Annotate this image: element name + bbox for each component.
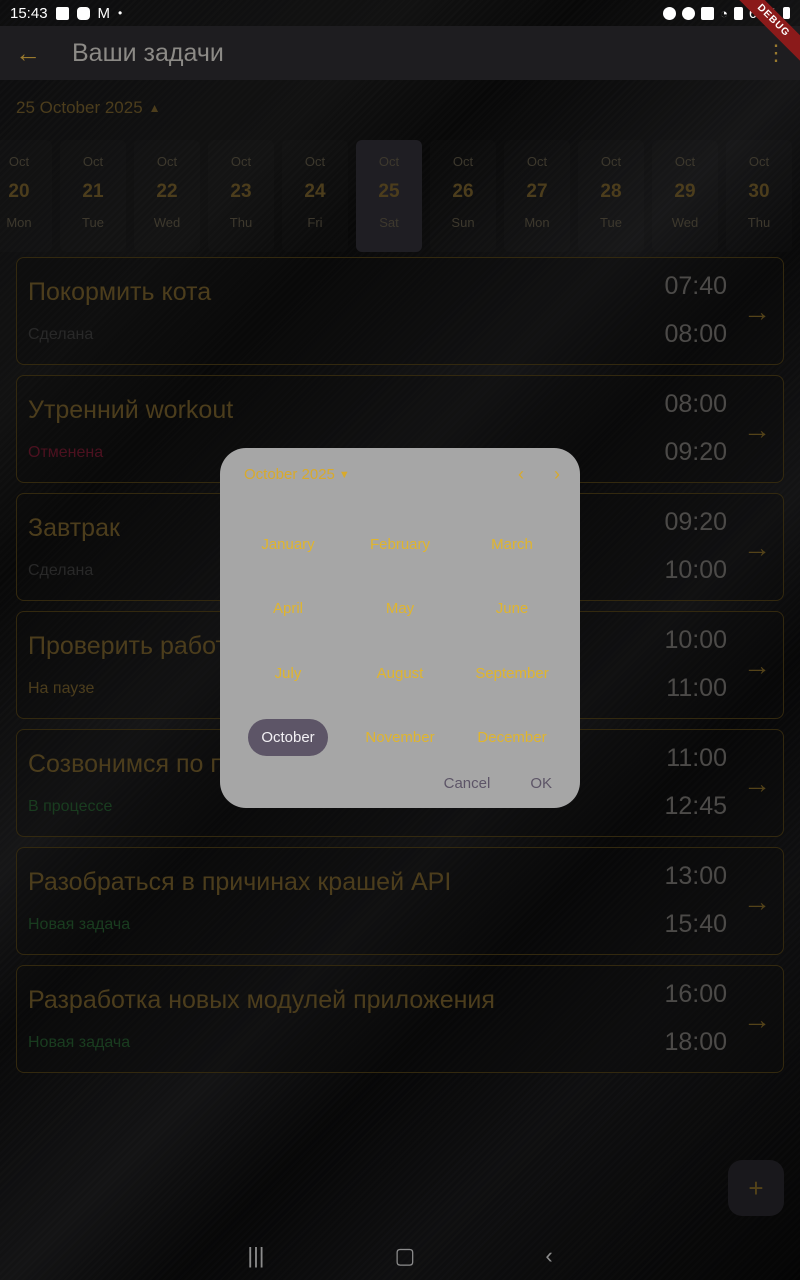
month-option[interactable]: December [456,706,568,771]
month-option[interactable]: August [344,641,456,706]
cancel-button[interactable]: Cancel [444,775,491,792]
lock-icon [663,6,677,20]
youtube-icon [76,6,90,20]
gallery-icon [55,6,69,20]
month-label: March [491,535,533,553]
month-grid: January February March April May June July Augu… [232,512,568,770]
month-label: December [477,729,547,747]
back-arrow-icon[interactable]: ← [0,38,56,69]
month-option[interactable]: September [456,641,568,706]
month-option[interactable]: June [456,577,568,642]
month-label: February [369,535,431,553]
month-option[interactable]: February [344,512,456,577]
gmail-icon: M [97,4,111,22]
month-label: January [261,535,315,553]
month-option[interactable]: October [232,706,344,771]
chevron-left-icon[interactable]: ‹ [518,464,524,485]
month-label: May [385,600,415,618]
month-option[interactable]: March [456,512,568,577]
month-option[interactable]: July [232,641,344,706]
month-label: October [248,719,328,757]
month-option[interactable]: January [232,512,344,577]
wifi-icon: ◔ [720,5,728,21]
month-label: June [495,600,529,618]
dropdown-icon: ▼ [338,468,350,481]
page-title: Ваши задачи [72,38,224,67]
month-label: November [365,729,435,747]
app-bar: ← Ваши задачи ⋮ [0,26,800,80]
month-year-label: October 2025 [244,466,335,483]
battery-icon [783,7,790,19]
dot-icon: • [118,6,123,20]
ok-button[interactable]: OK [530,775,552,792]
month-option[interactable]: May [344,577,456,642]
clock: 15:43 [10,4,48,22]
month-option[interactable]: November [344,706,456,771]
month-year-selector[interactable]: October 2025 ▼ [244,466,350,483]
month-label: April [272,600,303,618]
alarm-icon [682,6,696,20]
chevron-right-icon[interactable]: › [554,464,560,485]
status-bar: 15:43 M • ◔ 62% [0,0,800,26]
month-label: August [376,664,424,682]
mute-icon [701,6,715,20]
month-label: September [475,664,549,682]
month-picker-dialog: October 2025 ▼ ‹ › January February March A… [220,448,580,808]
month-option[interactable]: April [232,577,344,642]
signal-icon [733,6,743,20]
month-label: July [274,664,302,682]
